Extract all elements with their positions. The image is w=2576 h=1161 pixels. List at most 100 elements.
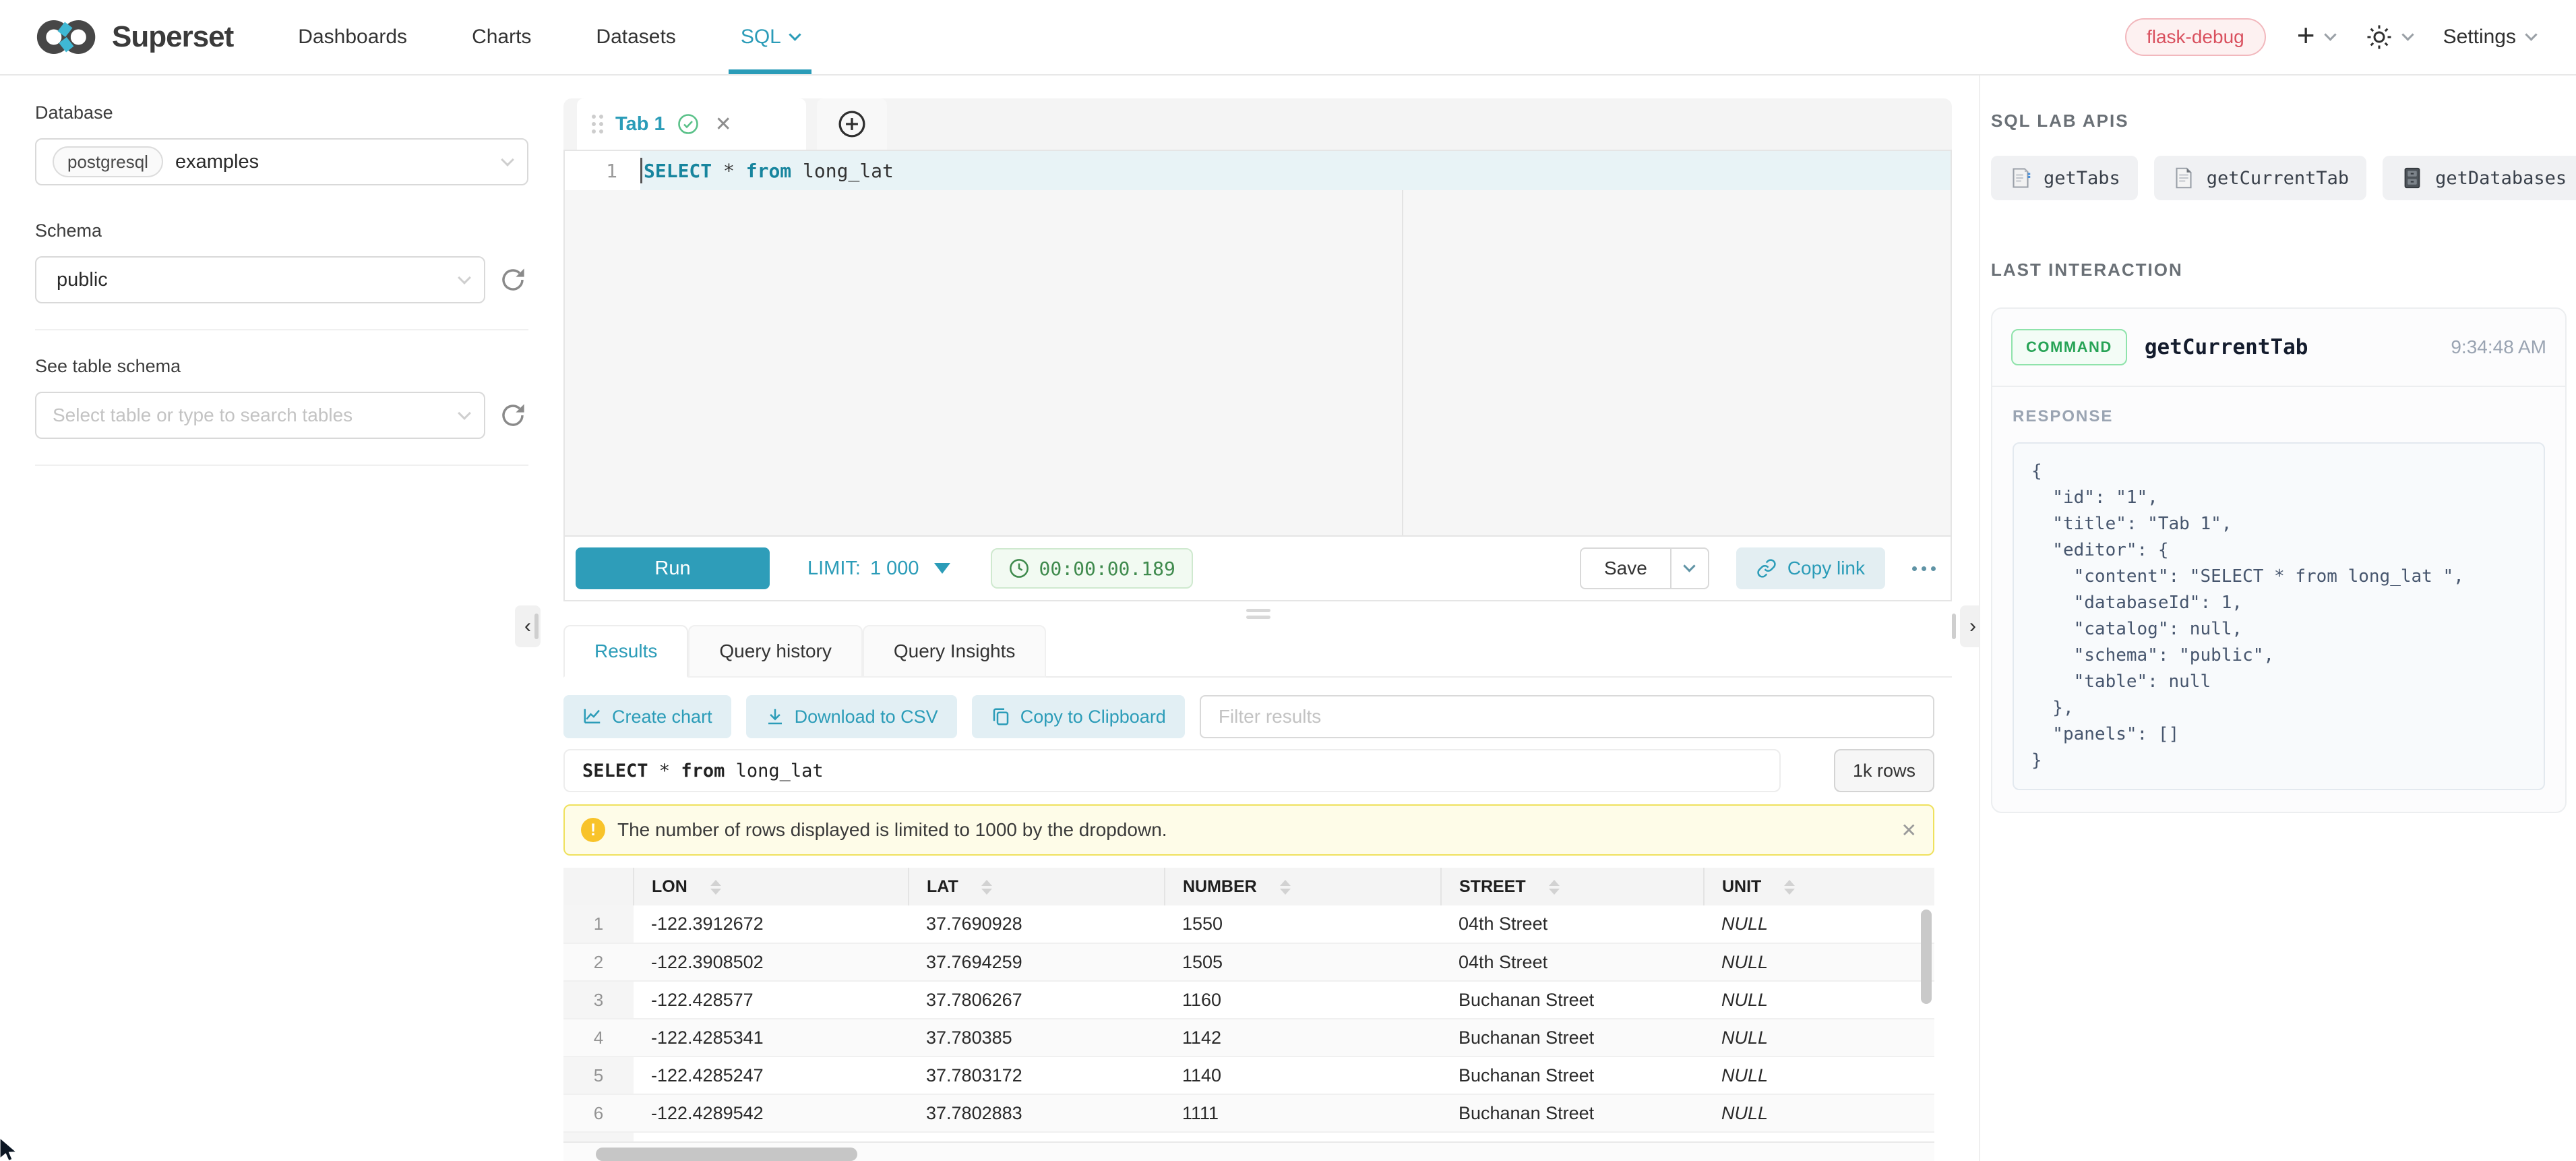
chevron-down-icon: [2525, 28, 2537, 40]
new-item-menu[interactable]: +: [2297, 24, 2335, 51]
api-button-label: getTabs: [2044, 168, 2120, 189]
theme-toggle[interactable]: [2366, 24, 2412, 51]
results-tab-results[interactable]: Results: [563, 625, 688, 678]
editor-line-1: 1 SELECT * from long_lat: [565, 151, 1951, 190]
response-json: { "id": "1", "title": "Tab 1", "editor":…: [2031, 458, 2526, 774]
download-csv-button[interactable]: Download to CSV: [746, 695, 957, 738]
schema-value: public: [57, 269, 108, 291]
database-label: Database: [35, 102, 528, 123]
table-row: 3-122.42857737.78062671160Buchanan Stree…: [563, 981, 1934, 1019]
right-panel-resize-handle[interactable]: [1952, 614, 1956, 639]
column-label: UNIT: [1722, 877, 1761, 896]
sqllab-left-sidebar: Database postgresql examples Schema publ…: [0, 76, 563, 1161]
sql-editor[interactable]: 1 SELECT * from long_lat Run LIMIT: 1 00…: [563, 150, 1952, 601]
sql-text: *: [712, 160, 746, 182]
editor-empty-area[interactable]: [565, 190, 1951, 535]
line-number: 1: [565, 151, 640, 190]
close-tab-icon[interactable]: ✕: [715, 113, 732, 136]
run-button[interactable]: Run: [576, 547, 770, 589]
limit-value: 1 000: [870, 558, 919, 580]
refresh-tables-icon[interactable]: [497, 400, 528, 431]
row-limit-warning: ! The number of rows displayed is limite…: [563, 804, 1934, 856]
table-cell: 1140: [1165, 1056, 1441, 1094]
superset-infinity-icon: [35, 17, 100, 57]
limit-label: LIMIT:: [807, 558, 861, 580]
chart-icon: [582, 707, 603, 727]
tab-1[interactable]: Tab 1 ✕: [577, 98, 806, 150]
filter-results-input[interactable]: [1200, 695, 1934, 738]
response-json-box: { "id": "1", "title": "Tab 1", "editor":…: [2013, 442, 2545, 790]
limit-dropdown[interactable]: LIMIT: 1 000: [807, 558, 950, 580]
table-row: 1-122.391267237.7690928155004th StreetNU…: [563, 905, 1934, 943]
pane-resize-handle[interactable]: [1246, 609, 1270, 619]
api-button-getcurrenttab[interactable]: getCurrentTab: [2154, 156, 2366, 200]
api-buttons: getTabsgetCurrentTabgetDatabases: [1991, 156, 2567, 200]
copy-to-clipboard-button[interactable]: Copy to Clipboard: [972, 695, 1185, 738]
clipboard-icon: [991, 707, 1011, 727]
copy-link-button[interactable]: Copy link: [1736, 547, 1885, 589]
sort-icons[interactable]: [1280, 880, 1291, 895]
brand-name: Superset: [112, 20, 233, 54]
table-cell: NULL: [1704, 943, 1934, 981]
warning-icon: !: [581, 818, 605, 842]
sort-icons[interactable]: [1784, 880, 1795, 895]
more-options-button[interactable]: [1912, 566, 1936, 571]
superset-sql-lab: Superset Dashboards Charts Datasets SQL fla…: [0, 0, 2576, 1161]
table-select-placeholder: Select table or type to search tables: [53, 405, 352, 426]
chevron-down-icon: [501, 153, 514, 167]
column-header-lon[interactable]: LON: [634, 868, 909, 905]
nav-item-dashboards[interactable]: Dashboards: [298, 0, 407, 74]
nav-item-charts[interactable]: Charts: [472, 0, 531, 74]
row-count-badge: 1k rows: [1834, 749, 1934, 792]
column-header-street[interactable]: STREET: [1441, 868, 1704, 905]
api-button-gettabs[interactable]: getTabs: [1991, 156, 2138, 200]
results-tab-query-insights[interactable]: Query Insights: [863, 625, 1047, 678]
sort-icons[interactable]: [710, 880, 721, 895]
print-margin-line: [1402, 190, 1403, 535]
text-caret: [640, 158, 642, 183]
saved-check-icon: [677, 113, 699, 135]
refresh-schemas-icon[interactable]: [497, 264, 528, 295]
sql-keyword: SELECT: [582, 761, 648, 781]
table-select[interactable]: Select table or type to search tables: [35, 392, 485, 439]
column-header-lat[interactable]: LAT: [909, 868, 1165, 905]
last-interaction-card: COMMAND getCurrentTab 9:34:48 AM RESPONS…: [1991, 307, 2567, 813]
settings-menu[interactable]: Settings: [2443, 26, 2536, 49]
hscroll-thumb[interactable]: [596, 1148, 857, 1161]
table-vertical-scrollbar[interactable]: [1921, 910, 1932, 1004]
active-tab-underline: [729, 69, 811, 74]
column-header-number[interactable]: NUMBER: [1165, 868, 1441, 905]
nav-item-datasets[interactable]: Datasets: [596, 0, 675, 74]
sql-keyword: from: [681, 761, 725, 781]
close-warning-icon[interactable]: ✕: [1901, 819, 1917, 841]
warning-text: The number of rows displayed is limited …: [617, 819, 1167, 841]
navbar-right: flask-debug + Settings: [2125, 18, 2536, 56]
chevron-down-icon: [458, 271, 471, 285]
chevron-down-icon: [2324, 28, 2336, 40]
sort-icons[interactable]: [1549, 880, 1560, 895]
download-csv-label: Download to CSV: [795, 707, 938, 727]
drag-handle-icon[interactable]: [592, 115, 603, 133]
save-options-button[interactable]: [1670, 549, 1708, 588]
schema-select[interactable]: public: [35, 256, 485, 303]
chevron-down-icon: [2401, 28, 2414, 40]
create-chart-button[interactable]: Create chart: [563, 695, 731, 738]
sidebar-resize-handle[interactable]: [534, 614, 539, 639]
nav-item-label: SQL: [741, 26, 781, 49]
api-button-label: getCurrentTab: [2207, 168, 2349, 189]
top-navbar: Superset Dashboards Charts Datasets SQL fla…: [0, 0, 2576, 76]
superset-logo[interactable]: Superset: [35, 17, 233, 57]
nav-item-label: Charts: [472, 26, 531, 49]
save-button[interactable]: Save: [1581, 549, 1670, 588]
nav-item-sql[interactable]: SQL: [741, 0, 799, 74]
editor-toolbar: Run LIMIT: 1 000 00:00:00.189 Save: [565, 535, 1951, 600]
api-button-getdatabases[interactable]: getDatabases: [2383, 156, 2576, 200]
clock-icon: [1008, 558, 1030, 579]
database-select[interactable]: postgresql examples: [35, 138, 528, 185]
sort-icons[interactable]: [981, 880, 992, 895]
column-header-unit[interactable]: UNIT: [1704, 868, 1934, 905]
table-cell: Buchanan Street: [1441, 1019, 1704, 1056]
add-tab-button[interactable]: [817, 98, 887, 150]
table-cell: 04th Street: [1441, 943, 1704, 981]
results-tab-query-history[interactable]: Query history: [688, 625, 863, 678]
